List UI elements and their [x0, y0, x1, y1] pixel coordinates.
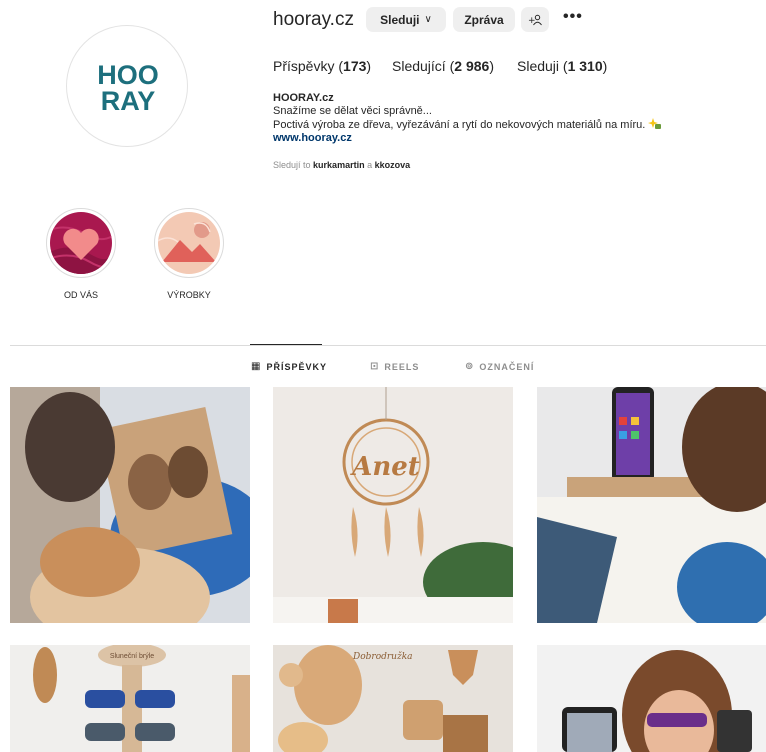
- followed-by-user2[interactable]: kkozova: [375, 160, 411, 170]
- followed-by-text[interactable]: Sledují to kurkamartin a kkozova: [273, 160, 410, 170]
- tab-tagged-label: OZNAČENÍ: [479, 361, 535, 372]
- tab-reels-label: REELS: [384, 361, 420, 372]
- message-button[interactable]: Zpráva: [453, 7, 515, 32]
- highlight-label-od-vas: OD VÁS: [63, 290, 98, 300]
- bio-line1: Snažíme se dělat věci správně...: [273, 105, 432, 117]
- post-wooden-decor[interactable]: Dobrodružka: [273, 645, 513, 752]
- highlight-vyrobky[interactable]: [154, 208, 224, 278]
- follow-button-label: Sleduji: [380, 12, 420, 27]
- tab-tagged[interactable]: ⊚ OZNAČENÍ: [465, 361, 534, 372]
- grid-icon: ▦: [251, 361, 262, 372]
- reels-icon: ⊡: [370, 361, 380, 372]
- post-dreamcatcher[interactable]: Anet: [273, 387, 513, 623]
- posts-count-stat: Příspěvky (173): [273, 58, 372, 74]
- bio-name: HOORAY.cz: [273, 92, 334, 104]
- bio-line2: Poctivá výroba ze dřeva, vyřezávání a ry…: [273, 119, 646, 131]
- chevron-down-icon: ∨: [424, 14, 432, 25]
- decor-sign-text: Dobrodružka: [352, 651, 413, 662]
- post-woman-phone[interactable]: [537, 645, 766, 752]
- follow-button[interactable]: Sleduji ∨: [366, 7, 446, 32]
- profile-username: hooray.cz: [273, 9, 354, 30]
- followers-count: 2 986: [454, 58, 490, 74]
- tab-posts-label: PŘÍSPĚVKY: [266, 361, 327, 372]
- bio-website-link[interactable]: www.hooray.cz: [273, 132, 662, 145]
- more-options-icon[interactable]: •••: [563, 8, 585, 30]
- tabs-divider: [10, 345, 766, 346]
- mountain-icon: [158, 212, 220, 274]
- add-user-icon: +: [528, 14, 542, 26]
- posts-label: Příspěvky: [273, 58, 335, 74]
- highlight-od-vas[interactable]: [46, 208, 116, 278]
- heart-icon: [50, 212, 112, 274]
- sparkle-emoji-icon: [648, 118, 662, 129]
- tab-reels[interactable]: ⊡ REELS: [370, 361, 419, 372]
- following-count: 1 310: [567, 58, 603, 74]
- followers-label: Sledující: [392, 58, 446, 74]
- followed-by-user1[interactable]: kurkamartin: [313, 160, 365, 170]
- followed-by-prefix: Sledují to: [273, 160, 311, 170]
- post-sunglasses-stand[interactable]: Sluneční brýle: [10, 645, 250, 752]
- logo-line2: RAY: [101, 86, 156, 116]
- highlight-label-vyrobky: VÝROBKY: [167, 290, 211, 300]
- add-user-button[interactable]: +: [521, 7, 549, 32]
- following-stat[interactable]: Sleduji (1 310): [517, 58, 607, 74]
- followers-stat[interactable]: Sledující (2 986): [392, 58, 494, 74]
- tab-posts[interactable]: ▦ PŘÍSPĚVKY: [251, 361, 327, 372]
- dreamcatcher-text: Anet: [349, 452, 420, 482]
- following-label: Sleduji: [517, 58, 560, 74]
- post-engraved-portrait[interactable]: [10, 387, 250, 623]
- posts-count: 173: [343, 58, 367, 74]
- post-phone-stand[interactable]: [537, 387, 766, 623]
- sunglasses-sign-text: Sluneční brýle: [110, 653, 154, 660]
- profile-bio: HOORAY.cz Snažíme se dělat věci správně.…: [273, 92, 662, 145]
- profile-avatar[interactable]: HOO RAY: [66, 25, 188, 147]
- followed-by-joiner: a: [367, 160, 373, 170]
- active-tab-indicator: [250, 344, 322, 345]
- tag-icon: ⊚: [465, 361, 475, 372]
- hooray-logo: HOO RAY: [97, 60, 159, 116]
